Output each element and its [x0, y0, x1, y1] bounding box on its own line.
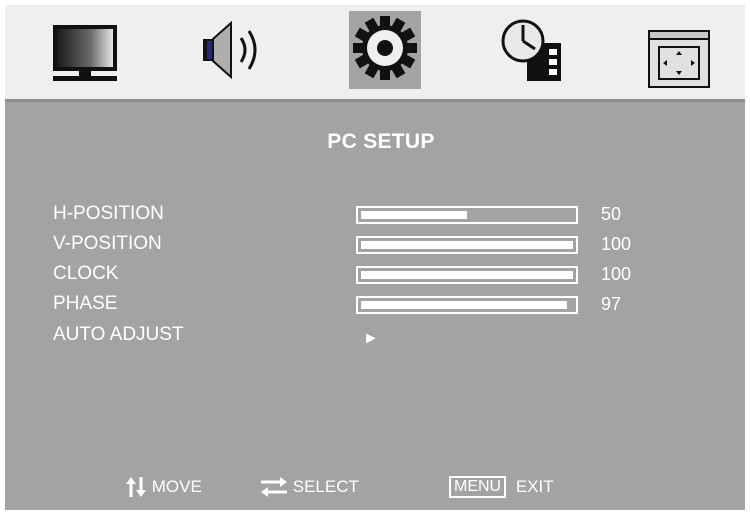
speaker-icon [203, 20, 257, 80]
tab-separator [5, 99, 745, 102]
gear-icon [353, 16, 417, 80]
leftright-arrows-icon [261, 477, 287, 497]
move-hint: MOVE [125, 476, 202, 500]
select-label: SELECT [292, 477, 359, 496]
tab-setup[interactable] [349, 11, 421, 89]
tab-option[interactable] [645, 11, 717, 89]
play-arrow-icon[interactable]: ► [363, 324, 379, 354]
tab-picture[interactable] [49, 11, 121, 89]
tab-sound[interactable] [197, 11, 269, 89]
clock-slider[interactable] [356, 266, 578, 284]
menu-key: MENU [449, 476, 507, 498]
setting-value: 97 [601, 294, 622, 314]
setting-clock[interactable]: CLOCK 100 [36, 259, 726, 289]
h-position-slider[interactable] [356, 206, 578, 224]
monitor-icon [53, 25, 117, 81]
panel-title: PC SETUP [327, 130, 435, 153]
setting-phase[interactable]: PHASE 97 [36, 289, 726, 319]
tab-bar [5, 5, 745, 99]
setting-label: CLOCK [53, 263, 119, 284]
tab-time[interactable] [497, 11, 569, 89]
hint-bar: MOVE SELECT MENU EXIT [5, 460, 745, 510]
setting-label: AUTO ADJUST [53, 324, 184, 345]
move-label: MOVE [151, 477, 202, 496]
setting-value: 50 [601, 204, 622, 224]
slider-fill [361, 301, 567, 309]
clock-icon [501, 19, 561, 81]
slider-fill [361, 211, 467, 219]
pc-setup-panel: PC SETUP H-POSITION 50 V-POSITION 100 CL… [36, 115, 726, 460]
setting-h-position[interactable]: H-POSITION 50 [36, 199, 726, 229]
slider-fill [361, 241, 573, 249]
setting-auto-adjust[interactable]: AUTO ADJUST ► [36, 320, 726, 350]
updown-arrows-icon [126, 477, 146, 497]
setting-label: PHASE [53, 293, 118, 314]
select-hint: SELECT [260, 476, 359, 500]
slider-fill [361, 271, 573, 279]
setting-v-position[interactable]: V-POSITION 100 [36, 229, 726, 259]
exit-hint: MENU EXIT [449, 476, 554, 500]
exit-label: EXIT [515, 477, 554, 496]
osd-menu: PC SETUP H-POSITION 50 V-POSITION 100 CL… [5, 5, 745, 510]
phase-slider[interactable] [356, 296, 578, 314]
setting-label: V-POSITION [53, 233, 162, 254]
setting-value: 100 [601, 234, 632, 254]
screen-adjust-icon [648, 30, 710, 88]
setting-value: 100 [601, 264, 632, 284]
setting-label: H-POSITION [53, 203, 164, 224]
v-position-slider[interactable] [356, 236, 578, 254]
